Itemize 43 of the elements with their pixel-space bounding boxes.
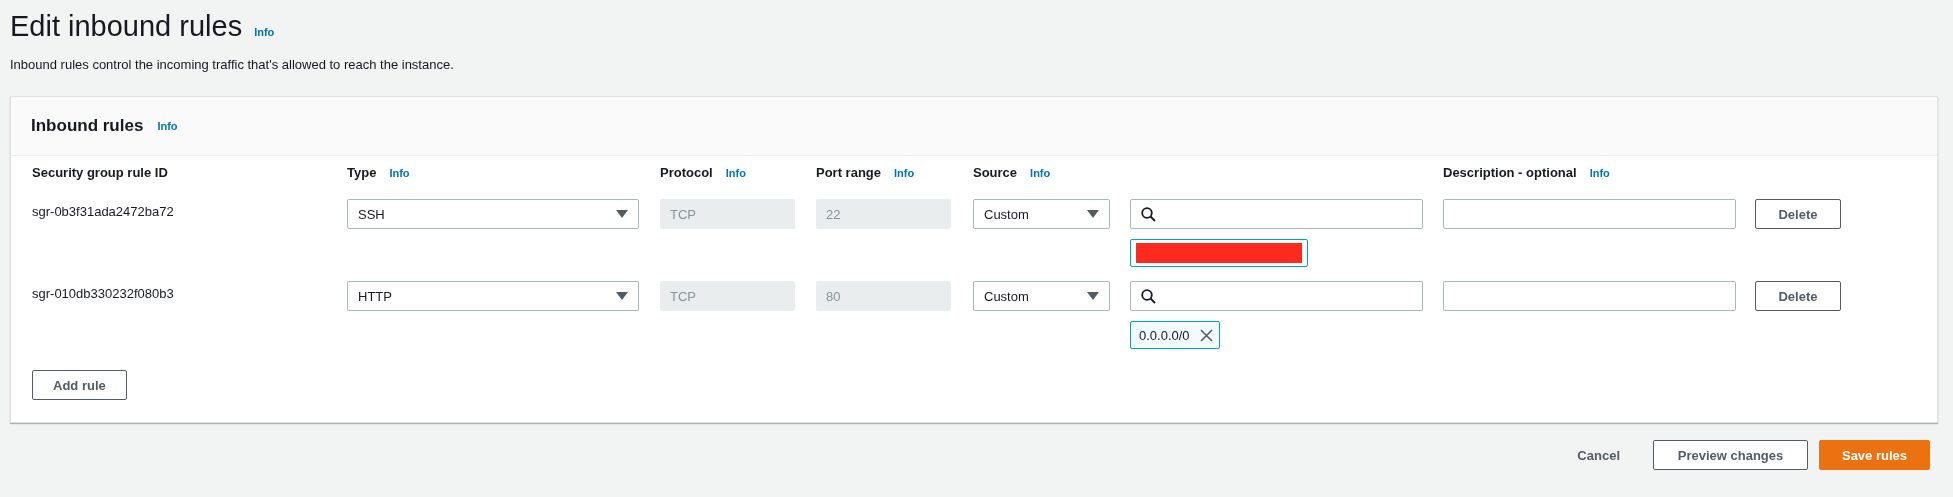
column-header: Source — [973, 165, 1018, 180]
protocol-field: TCP — [660, 281, 795, 311]
info-link[interactable]: Info — [157, 120, 178, 132]
search-field[interactable] — [1130, 199, 1423, 229]
description-field[interactable] — [1443, 281, 1736, 311]
column-header: Type — [347, 165, 377, 180]
add-rule-button[interactable]: Add rule — [32, 370, 127, 400]
delete-button[interactable]: Delete — [1755, 199, 1841, 229]
caret-icon — [616, 292, 628, 300]
description-field[interactable] — [1443, 199, 1736, 229]
column-header: Description - optional — [1443, 165, 1577, 180]
info-link[interactable]: Info — [894, 167, 915, 179]
preview-button[interactable]: Preview changes — [1653, 440, 1808, 470]
info-link[interactable]: Info — [725, 167, 746, 179]
source-select[interactable]: Custom — [973, 199, 1110, 229]
port-range-field: 80 — [816, 281, 951, 311]
column-header: Protocol — [660, 165, 713, 180]
delete-button[interactable]: Delete — [1755, 281, 1841, 311]
protocol-field: TCP — [660, 199, 795, 229]
column-header: Port range — [816, 165, 881, 180]
column-header: Security group rule ID — [32, 165, 168, 180]
page-title: Edit inbound rules — [10, 9, 243, 44]
type-select[interactable]: SSH — [347, 199, 639, 229]
info-link[interactable]: Info — [389, 167, 410, 179]
type-select[interactable]: HTTP — [347, 281, 639, 311]
cancel-link[interactable]: Cancel — [1577, 447, 1620, 463]
info-link[interactable]: Info — [1589, 167, 1610, 179]
source-select[interactable]: Custom — [973, 281, 1110, 311]
search-icon — [1141, 288, 1156, 304]
token-text: 0.0.0.0/0 — [1139, 327, 1190, 343]
caret-icon — [1087, 210, 1099, 218]
rule-id: sgr-010db330232f080b3 — [32, 285, 175, 301]
port-range-field: 22 — [816, 199, 951, 229]
panel-title: Inbound rules — [31, 116, 144, 136]
info-link[interactable]: Info — [1030, 167, 1051, 179]
search-icon — [1141, 206, 1156, 222]
close-icon[interactable] — [1199, 328, 1213, 342]
page-description: Inbound rules control the incoming traffic that's allowed to reach the instance. — [10, 57, 455, 72]
caret-icon — [1087, 292, 1099, 300]
caret-icon — [616, 210, 628, 218]
info-link[interactable]: Info — [254, 26, 275, 38]
search-field[interactable] — [1130, 281, 1423, 311]
rule-id: sgr-0b3f31ada2472ba72 — [32, 203, 175, 219]
